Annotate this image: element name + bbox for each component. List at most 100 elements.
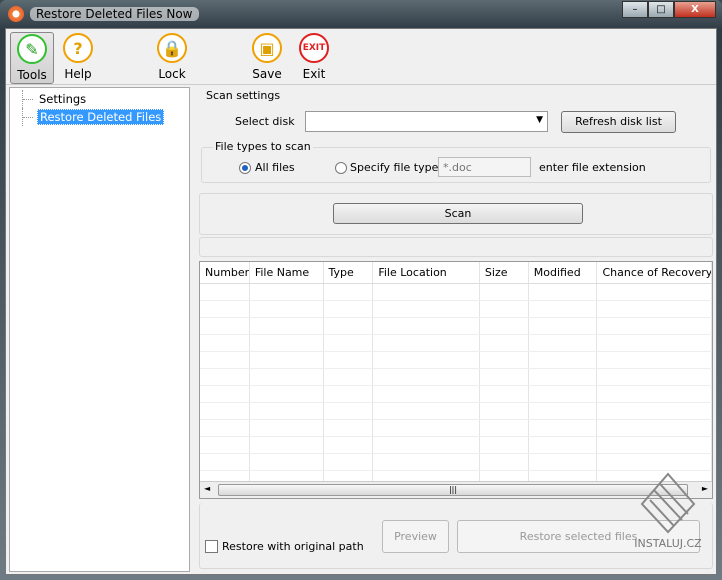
table-cell [324,335,374,351]
window-title: Restore Deleted Files Now [30,7,199,21]
table-cell [597,437,712,453]
maximize-button[interactable]: □ [648,1,674,18]
navigation-tree: Settings Restore Deleted Files [9,87,190,572]
exit-icon: EXIT [299,33,329,63]
table-cell [373,403,480,419]
tools-button[interactable]: ✎ Tools [10,32,54,84]
scan-button[interactable]: Scan [333,203,583,224]
table-cell [250,386,324,402]
column-header[interactable]: Chance of Recovery [597,262,712,283]
table-cell [373,301,480,317]
help-label: Help [64,67,92,81]
table-cell [597,318,712,334]
table-cell [597,386,712,402]
table-row [200,284,712,301]
table-cell [373,437,480,453]
table-cell [480,454,529,470]
column-header[interactable]: File Name [250,262,324,283]
tree-item-restore-deleted-files[interactable]: Restore Deleted Files [22,108,189,126]
table-cell [200,454,250,470]
scroll-left-icon[interactable]: ◄ [204,484,210,493]
column-header[interactable]: Modified [529,262,598,283]
all-files-radio[interactable] [239,162,251,174]
table-cell [373,369,480,385]
table-cell [200,335,250,351]
minimize-button[interactable]: – [622,1,648,18]
table-cell [250,301,324,317]
column-header[interactable]: File Location [373,262,480,283]
table-cell [200,318,250,334]
table-cell [597,301,712,317]
save-button[interactable]: ▣ Save [245,32,289,84]
app-window: Restore Deleted Files Now – □ X ✎ Tools … [0,0,722,580]
table-cell [250,318,324,334]
select-disk-dropdown[interactable]: ▼ [305,111,548,132]
toolbar: ✎ Tools ? Help 🔒 Lock ▣ Save EXIT Exit [6,29,716,85]
table-cell [324,386,374,402]
table-cell [250,420,324,436]
table-cell [597,403,712,419]
column-header[interactable]: Type [324,262,374,283]
table-cell [200,437,250,453]
tree-item-label: Restore Deleted Files [37,109,165,125]
table-cell [250,403,324,419]
pencil-icon: ✎ [17,34,47,64]
table-cell [324,369,374,385]
specify-file-type-radio[interactable] [335,162,347,174]
chevron-down-icon: ▼ [536,115,543,125]
table-cell [200,301,250,317]
table-cell [529,437,598,453]
exit-button[interactable]: EXIT Exit [292,32,336,84]
refresh-disk-list-button[interactable]: Refresh disk list [561,111,676,133]
table-cell [529,284,598,300]
table-cell [373,318,480,334]
table-body [200,284,712,488]
table-row [200,318,712,335]
file-types-title: File types to scan [213,140,313,153]
table-cell [529,335,598,351]
table-cell [480,403,529,419]
scan-settings-title: Scan settings [206,89,281,102]
table-cell [324,352,374,368]
table-cell [480,386,529,402]
extension-hint: enter file extension [539,161,646,174]
preview-button[interactable]: Preview [382,520,449,553]
lock-label: Lock [158,67,186,81]
table-cell [200,284,250,300]
restore-original-path-checkbox[interactable] [205,540,218,553]
table-cell [480,335,529,351]
table-cell [200,369,250,385]
tree-item-settings[interactable]: Settings [22,90,189,108]
app-icon [8,6,24,22]
title-bar: Restore Deleted Files Now [8,4,199,24]
table-cell [250,437,324,453]
table-cell [480,284,529,300]
table-cell [200,420,250,436]
watermark: INSTALUJ.CZ [632,470,704,560]
column-header[interactable]: Size [480,262,529,283]
help-button[interactable]: ? Help [56,32,100,84]
table-cell [597,352,712,368]
table-row [200,437,712,454]
table-cell [529,301,598,317]
table-cell [480,369,529,385]
table-cell [597,335,712,351]
table-cell [250,352,324,368]
table-cell [373,386,480,402]
table-cell [250,335,324,351]
column-header[interactable]: Number [200,262,250,283]
file-extension-input[interactable] [438,157,531,177]
table-row [200,403,712,420]
table-cell [373,454,480,470]
close-button[interactable]: X [674,1,716,18]
table-cell [373,335,480,351]
table-cell [597,369,712,385]
watermark-text: INSTALUJ.CZ [634,537,702,550]
table-row [200,301,712,318]
all-files-label: All files [255,161,295,174]
table-row [200,454,712,471]
lock-button[interactable]: 🔒 Lock [150,32,194,84]
table-row [200,352,712,369]
scrollbar-thumb[interactable]: ||| [218,484,688,496]
table-cell [529,386,598,402]
